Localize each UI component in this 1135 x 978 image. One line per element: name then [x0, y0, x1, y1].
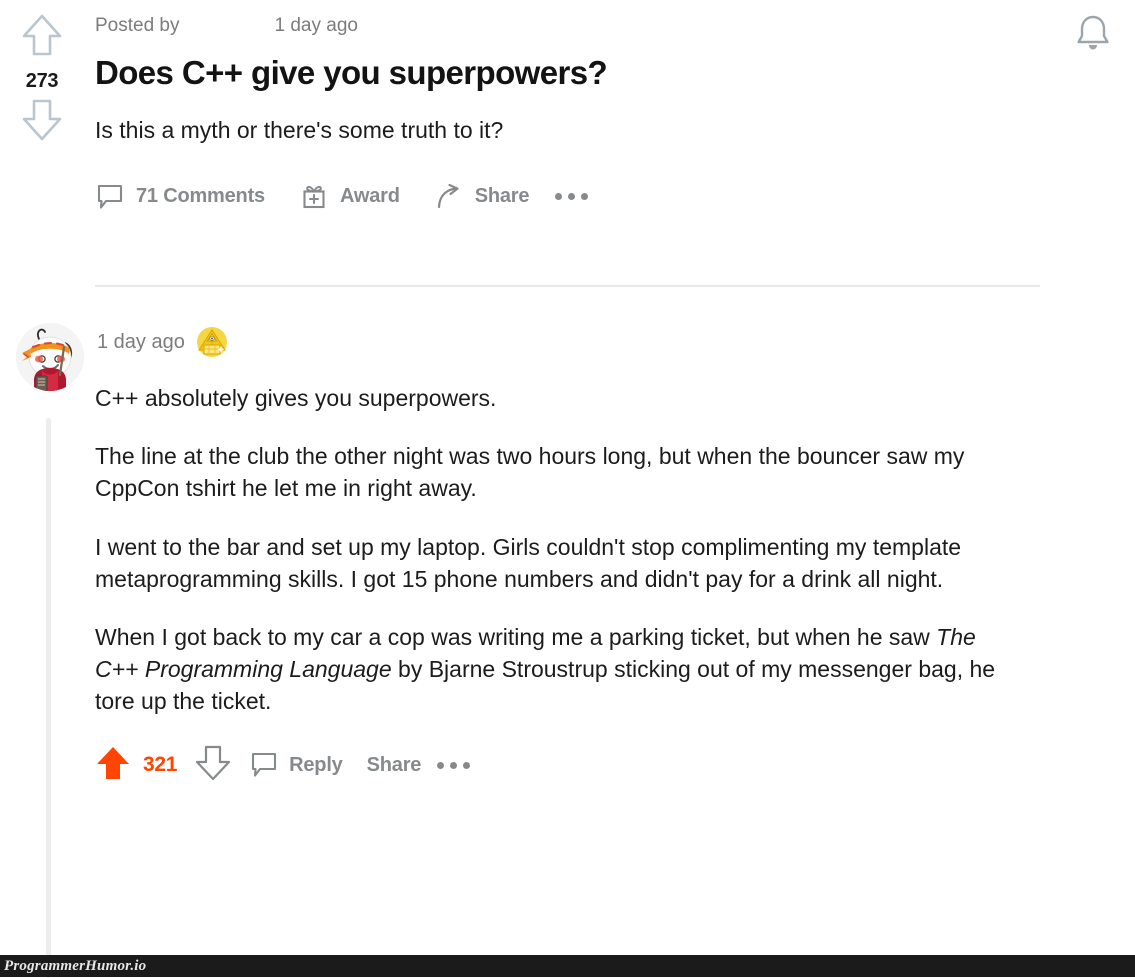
downvote-arrow-icon[interactable] [20, 97, 64, 148]
comment-more-options-icon[interactable] [437, 761, 471, 769]
watermark-text: ProgrammerHumor.io [4, 957, 147, 974]
share-arrow-icon [434, 182, 464, 212]
post-score: 273 [25, 70, 59, 92]
comment-upvote-arrow-icon[interactable] [95, 744, 131, 787]
comments-label: 71 Comments [136, 185, 265, 208]
comment-paragraph-with-book-title: When I got back to my car a cop was writ… [95, 621, 1020, 718]
award-label: Award [339, 185, 400, 208]
comment-bubble-icon [249, 750, 279, 780]
comment-paragraph: The line at the club the other night was… [95, 443, 965, 502]
share-label: Share [474, 185, 530, 208]
post-main: Posted by 1 day ago Does C++ give you su… [95, 0, 1135, 212]
comment-meta: 1 day ago [0, 318, 1135, 366]
award-button[interactable]: Award [299, 182, 400, 212]
comment-body: C++ absolutely gives you superpowers. Th… [95, 382, 1135, 787]
watermark-bar: ProgrammerHumor.io [0, 955, 1135, 977]
comment-container: 1 day ago C++ absolutely gives you super… [0, 318, 1135, 978]
comment-paragraph: I went to the bar and set up my laptop. … [95, 533, 962, 592]
comment-bubble-icon [95, 182, 125, 212]
post-title[interactable]: Does C++ give you superpowers? [95, 54, 1045, 92]
para-text-before: When I got back to my car a cop was writ… [95, 623, 937, 650]
comment-action-bar: 321 Reply Share [95, 744, 1040, 787]
post-divider [95, 285, 1040, 287]
comment-paragraph: C++ absolutely gives you superpowers. [95, 385, 497, 411]
comment-timestamp: 1 day ago [97, 330, 185, 353]
post-vote-column: 273 [16, 12, 68, 148]
post-timestamp: 1 day ago [274, 15, 358, 36]
post-selftext: Is this a myth or there's some truth to … [95, 116, 504, 143]
post-action-bar: 71 Comments Award Share [95, 182, 1045, 212]
post-meta: Posted by 1 day ago [95, 16, 1045, 35]
award-gift-icon [299, 182, 329, 212]
comment-score: 321 [143, 753, 178, 776]
comment-thread-line [46, 418, 51, 978]
posted-by-label: Posted by [95, 15, 180, 36]
comment-reply-button[interactable]: Reply [249, 750, 343, 780]
avatar[interactable] [16, 323, 84, 391]
comment-share-button[interactable]: Share [367, 754, 422, 777]
pyramid-award-badge-icon[interactable] [195, 325, 229, 359]
more-options-icon[interactable] [555, 193, 589, 201]
comment-share-label: Share [366, 753, 422, 776]
notification-bell-icon[interactable] [1073, 12, 1113, 59]
reply-label: Reply [289, 753, 343, 776]
comments-button[interactable]: 71 Comments [95, 182, 265, 212]
share-button[interactable]: Share [434, 182, 530, 212]
post-container: 273 Posted by 1 day ago Does C++ give yo… [0, 0, 1135, 287]
upvote-arrow-icon[interactable] [20, 12, 64, 63]
comment-downvote-arrow-icon[interactable] [195, 744, 231, 787]
